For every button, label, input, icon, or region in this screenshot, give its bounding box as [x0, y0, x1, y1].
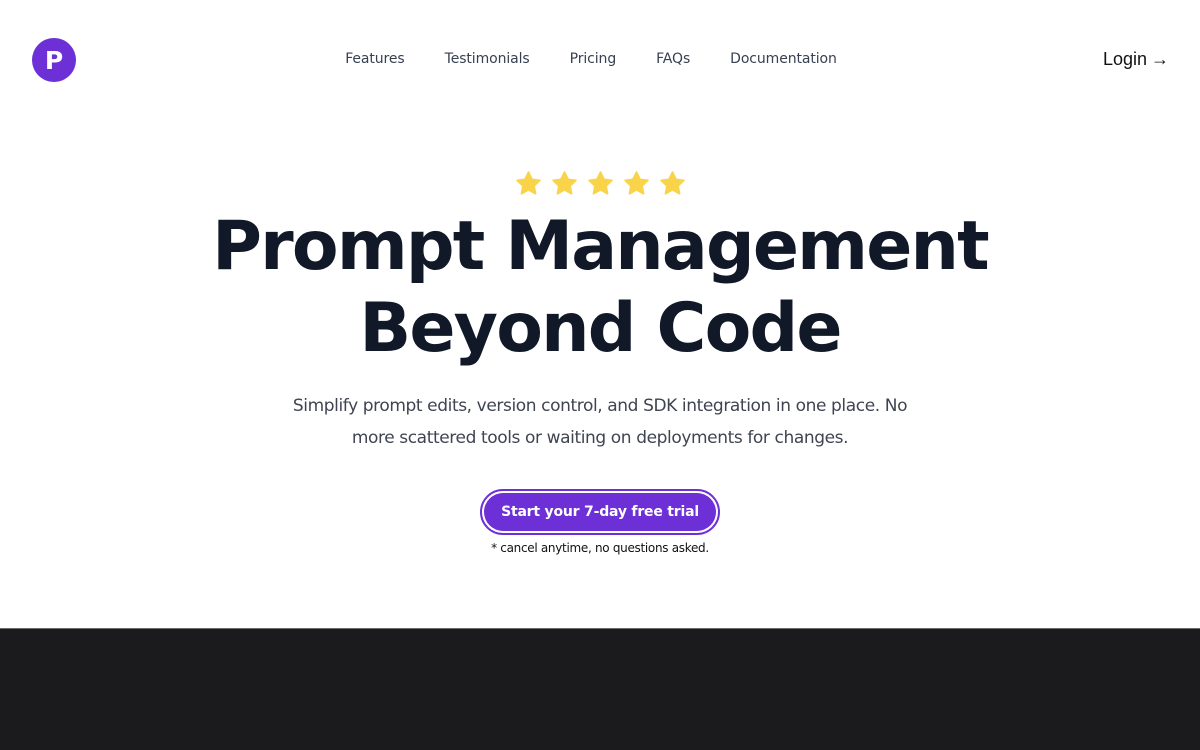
start-trial-button[interactable]: Start your 7-day free trial	[480, 489, 720, 535]
logo-letter: P	[44, 45, 64, 75]
start-trial-label: Start your 7-day free trial	[484, 493, 716, 531]
star-icon	[622, 169, 651, 198]
star-icon	[514, 169, 543, 198]
nav-documentation[interactable]: Documentation	[730, 51, 837, 67]
arrow-right-icon: →	[1151, 49, 1169, 69]
landing-page: P Features Testimonials Pricing FAQs Doc…	[0, 0, 1200, 750]
nav-faqs[interactable]: FAQs	[656, 51, 690, 67]
logo[interactable]: P	[32, 38, 76, 82]
page-title: Prompt Management Beyond Code	[0, 206, 1200, 370]
star-icon	[550, 169, 579, 198]
dark-section	[0, 628, 1200, 750]
login-link[interactable]: Login →	[1103, 49, 1169, 70]
star-icon	[658, 169, 687, 198]
nav-features[interactable]: Features	[345, 51, 405, 67]
cta-note: * cancel anytime, no questions asked.	[491, 541, 709, 555]
nav-testimonials[interactable]: Testimonials	[445, 51, 530, 67]
hero-subtitle: Simplify prompt edits, version control, …	[292, 396, 908, 448]
site-header: P Features Testimonials Pricing FAQs Doc…	[0, 0, 1200, 120]
star-icon	[586, 169, 615, 198]
login-label: Login	[1102, 49, 1147, 69]
rating-stars	[0, 169, 1200, 198]
headline-line-1: Prompt Management	[212, 207, 990, 286]
nav-pricing[interactable]: Pricing	[570, 51, 617, 67]
main-nav: Features Testimonials Pricing FAQs Docum…	[0, 51, 1200, 67]
headline-line-2: Beyond Code	[359, 289, 842, 368]
